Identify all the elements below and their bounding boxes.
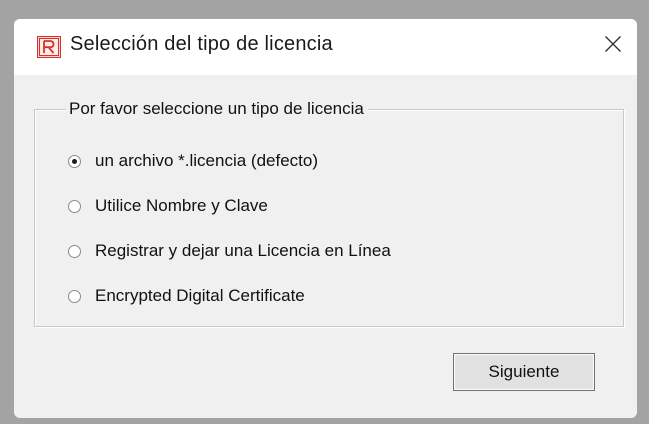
close-button[interactable]: [600, 33, 626, 59]
radio-name-and-key[interactable]: Utilice Nombre y Clave: [68, 196, 268, 216]
radio-button[interactable]: [68, 244, 81, 258]
radio-button-checked[interactable]: [68, 154, 81, 168]
group-legend: Por favor seleccione un tipo de licencia: [66, 99, 368, 119]
r-logo-icon: [37, 36, 61, 58]
window-title: Selección del tipo de licencia: [70, 33, 333, 55]
radio-label: Encrypted Digital Certificate: [95, 286, 305, 305]
radio-button[interactable]: [68, 199, 81, 213]
radio-button[interactable]: [68, 289, 81, 303]
radio-label: Registrar y dejar una Licencia en Línea: [95, 241, 391, 260]
radio-label: Utilice Nombre y Clave: [95, 196, 268, 215]
radio-digital-certificate[interactable]: Encrypted Digital Certificate: [68, 286, 305, 306]
title-bar[interactable]: Selección del tipo de licencia: [14, 19, 637, 75]
close-icon: [604, 35, 622, 58]
radio-label: un archivo *.licencia (defecto): [95, 151, 319, 170]
next-button[interactable]: Siguiente: [453, 353, 595, 391]
radio-online-license[interactable]: Registrar y dejar una Licencia en Línea: [68, 241, 391, 261]
radio-license-file[interactable]: un archivo *.licencia (defecto): [68, 151, 318, 171]
license-type-dialog: Selección del tipo de licencia Por favor…: [14, 19, 637, 418]
